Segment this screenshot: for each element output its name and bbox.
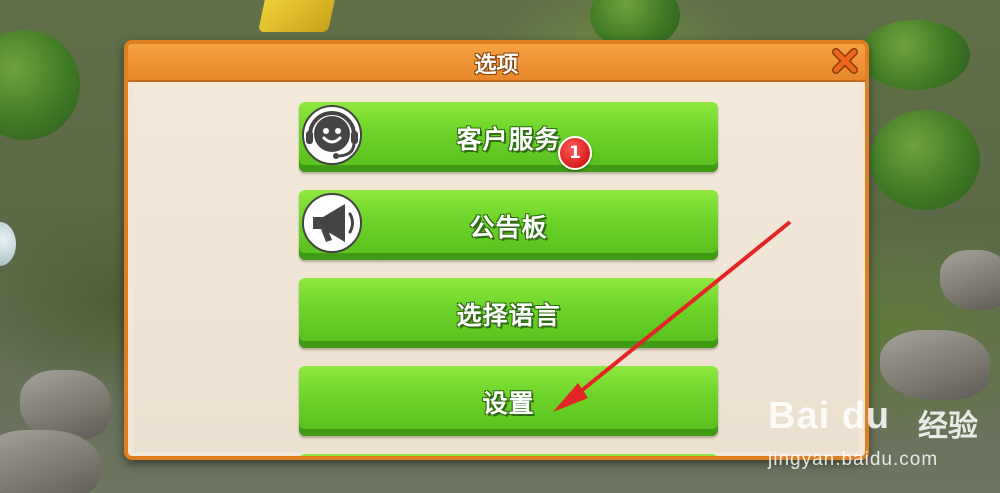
settings-label: 设置 [482, 389, 535, 418]
tree [0, 30, 80, 140]
notification-badge: 1 [558, 136, 592, 170]
rock [880, 330, 990, 400]
tent [257, 0, 337, 32]
rock [940, 250, 1000, 310]
select-language-button[interactable]: 选择语言 [299, 278, 718, 348]
settings-button[interactable]: 设置 [299, 366, 718, 436]
baidu-jingyan-watermark: Bai du 经验 jingyan.baidu.com [768, 395, 990, 485]
select-language-label: 选择语言 [456, 301, 561, 330]
tree [860, 20, 970, 90]
bulletin-board-label: 公告板 [469, 213, 548, 242]
close-x-icon[interactable] [831, 47, 859, 75]
dialog-title: 选项 [474, 53, 519, 78]
dialog-body: 客户服务 公告板 选择语言 设置 [134, 82, 859, 456]
options-dialog: 选项 客户服务 公告板 选择语言 设置 [124, 40, 869, 460]
dialog-header: 选项 [128, 44, 865, 82]
rock [0, 430, 100, 493]
customer-service-label: 客户服务 [456, 125, 561, 154]
bulletin-board-button[interactable]: 公告板 [299, 190, 718, 260]
next-option-button[interactable] [299, 454, 718, 456]
tree [870, 110, 980, 210]
watermark-brand-cn: 经验 [918, 409, 978, 444]
customer-service-button[interactable]: 客户服务 [299, 102, 718, 172]
side-orb[interactable] [0, 222, 16, 266]
watermark-brand: Bai du [768, 395, 891, 437]
watermark-url: jingyan.baidu.com [768, 449, 939, 470]
